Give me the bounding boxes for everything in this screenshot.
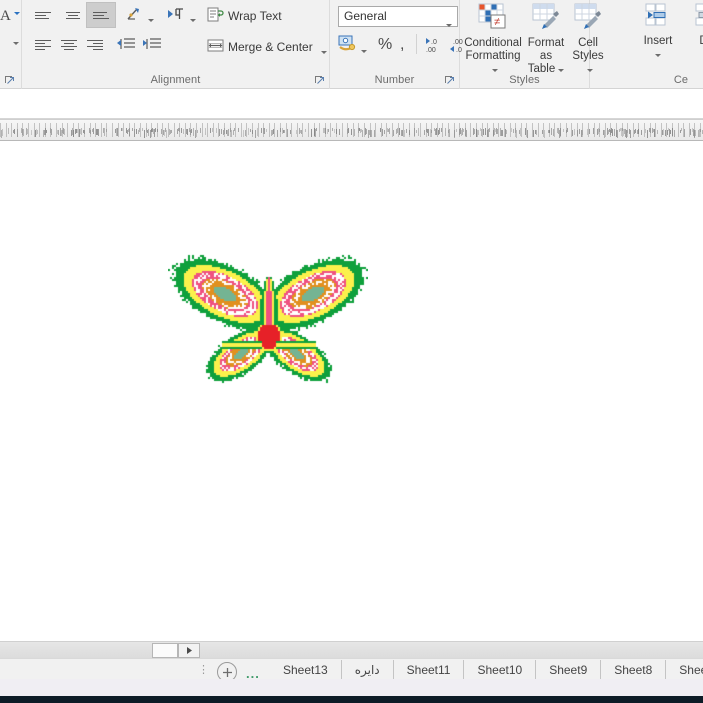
insert-cells-button[interactable]: Insert [636,3,680,61]
text-direction-icon [166,7,186,24]
ribbon-group-font: A [0,0,22,89]
conditional-formatting-label-2: Formatting [465,50,521,62]
percent-style-button[interactable]: % [378,36,392,54]
column-headers[interactable] [0,119,703,141]
font-more-caret-icon[interactable] [13,36,19,48]
align-top-button[interactable] [30,4,56,26]
format-as-table-caret-icon[interactable] [558,69,565,72]
align-top-icon [35,10,51,21]
delete-cells-icon [686,3,703,33]
number-group-label: Number [374,74,415,86]
increase-indent-button[interactable] [140,34,164,56]
horizontal-scroll-thumb[interactable] [152,643,178,658]
sheet-tab-sheet10[interactable]: Sheet10 [464,660,537,680]
horizontal-scrollbar[interactable] [0,642,703,659]
sheet-tab-sheet8[interactable]: Sheet8 [601,660,667,680]
wrap-text-icon [207,7,224,25]
sheet-tab-rtl-1[interactable]: دایره [342,660,394,680]
align-center-icon [61,38,77,52]
wrap-text-label: Wrap Text [228,9,282,23]
format-as-table-label-1: Format as [527,37,565,62]
insert-cells-label: Insert [643,35,673,47]
accounting-format-caret-icon[interactable] [361,44,367,56]
align-middle-button[interactable] [60,4,86,26]
cells-group-label: Ce [673,74,689,86]
conditional-formatting-button[interactable]: ≠ Conditional Formatting [462,3,524,76]
sheet-tab-bar: ⋮ ... Sheet13 دایره Sheet11 Sheet10 Sheet9 Sh… [0,641,703,682]
number-format-value: General [344,9,387,23]
sheet-tab-sheet11[interactable]: Sheet11 [394,660,465,680]
orientation-caret-icon[interactable] [148,13,154,25]
ribbon-group-number: General % , .0 .00 .00 .0 Number [330,0,463,89]
align-right-button[interactable] [82,34,108,56]
font-color-caret-icon[interactable] [14,6,20,18]
merge-center-button[interactable]: Merge & Center [207,36,313,58]
worksheet-grid[interactable] [0,141,703,641]
insert-cells-caret-icon[interactable] [655,54,661,57]
sheet-tab-sheet9[interactable]: Sheet9 [536,660,602,680]
number-dialog-launcher[interactable] [444,75,455,86]
ribbon-group-styles: ≠ Conditional Formatting Format as Table… [460,0,604,89]
format-as-table-button[interactable]: Format as Table [524,3,568,76]
accounting-format-button[interactable] [338,35,358,53]
text-direction-button[interactable] [164,4,188,26]
increase-decimal-icon: .0 .00 [424,36,446,57]
alignment-group-label: Alignment [150,74,201,86]
chevron-down-icon [446,16,452,30]
scroll-right-button[interactable] [178,643,200,658]
insert-cells-icon [636,3,680,33]
column-header-labels [0,125,703,138]
comma-style-button[interactable]: , [400,36,404,54]
merge-center-icon [207,38,224,56]
align-bottom-button[interactable] [86,2,116,28]
align-left-button[interactable] [30,34,56,56]
formula-bar-area[interactable] [0,89,703,119]
orientation-button[interactable] [124,4,146,26]
ribbon: A Wrap Text Merge & Center Alignment Gen… [0,0,703,89]
format-as-table-icon [524,3,568,35]
align-center-button[interactable] [56,34,82,56]
increase-decimal-button[interactable]: .0 .00 [424,36,446,54]
merge-center-label: Merge & Center [228,40,313,54]
butterfly-pixel-art[interactable] [168,241,368,409]
decrease-indent-button[interactable] [114,34,138,56]
styles-group-label: Styles [509,74,540,86]
orientation-icon [126,6,144,25]
align-bottom-icon [93,10,109,21]
align-middle-icon [65,10,81,21]
text-direction-caret-icon[interactable] [190,13,196,25]
alignment-dialog-launcher[interactable] [314,75,325,86]
ribbon-group-cells: Insert Del Ce [590,0,703,89]
font-color-icon[interactable]: A [0,8,11,25]
accounting-format-icon [338,35,357,55]
sheet-tab-list: Sheet13 دایره Sheet11 Sheet10 Sheet9 Sheet8 Sh… [270,660,703,680]
svg-text:≠: ≠ [494,16,500,28]
delete-cells-button[interactable]: Del [686,3,703,61]
sheet-tab-sheet13[interactable]: Sheet13 [270,660,342,680]
delete-cells-label: Del [686,35,703,48]
taskbar-strip [0,696,703,703]
increase-indent-icon [142,37,162,54]
align-left-icon [35,38,51,52]
svg-text:.00: .00 [426,47,436,54]
wrap-text-button[interactable]: Wrap Text [207,5,282,27]
merge-center-caret-icon[interactable] [321,45,327,57]
decrease-indent-icon [116,37,136,54]
font-dialog-launcher[interactable] [4,75,15,86]
number-separator [416,34,417,54]
tab-split-handle-icon[interactable]: ⋮ [198,663,209,677]
svg-text:.0: .0 [431,39,437,46]
align-right-icon [87,38,103,52]
excel-window: A Wrap Text Merge & Center Alignment Gen… [0,0,703,703]
conditional-formatting-label-1: Conditional [464,37,522,49]
ribbon-group-alignment: Wrap Text Merge & Center Alignment [22,0,330,89]
status-bar [0,679,703,696]
conditional-formatting-caret-icon[interactable] [491,69,498,72]
number-format-select[interactable]: General [338,6,458,27]
conditional-formatting-icon: ≠ [462,3,524,35]
sheet-tab-shee[interactable]: Shee [666,660,703,680]
